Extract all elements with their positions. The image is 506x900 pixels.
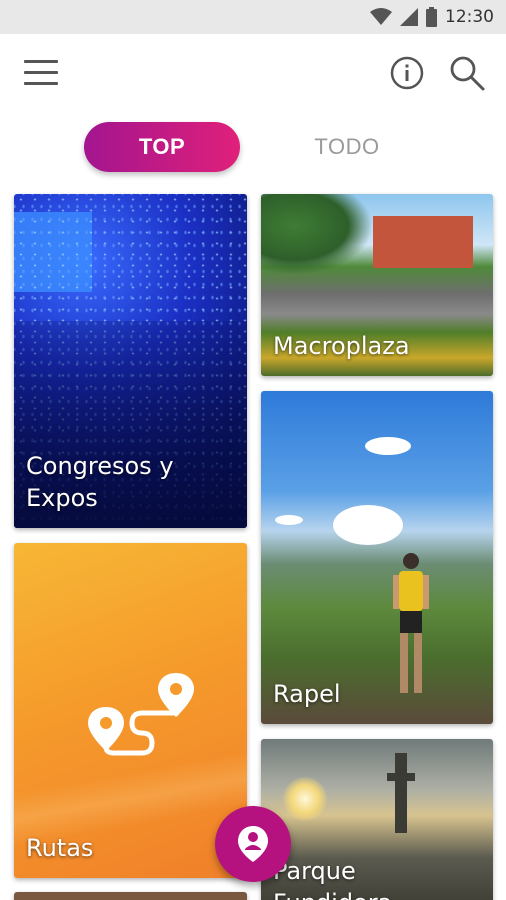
info-icon[interactable] (390, 56, 424, 90)
sun-image (283, 777, 327, 821)
card-partial[interactable] (14, 892, 247, 900)
card-label-line1: Congresos y (26, 452, 174, 480)
card-label: Congresos y Expos (26, 450, 174, 514)
card-label: Rapel (273, 680, 341, 708)
cloud-image (333, 505, 403, 545)
card-label: Macroplaza (273, 332, 410, 360)
tab-top[interactable]: TOP (84, 122, 240, 172)
furnace-tower-image (387, 753, 415, 833)
cloud-image (365, 437, 411, 455)
card-macroplaza[interactable]: Macroplaza (261, 194, 493, 376)
wifi-icon (370, 8, 392, 25)
menu-icon[interactable] (24, 60, 58, 86)
card-rutas[interactable]: Rutas (14, 543, 247, 878)
tab-todo[interactable]: TODO (292, 122, 402, 172)
card-label: Parque Fundidora (273, 855, 392, 900)
battery-icon (426, 7, 437, 27)
search-icon[interactable] (448, 54, 486, 92)
card-parque-fundidora[interactable]: Parque Fundidora (261, 739, 493, 900)
card-label: Rutas (26, 834, 94, 862)
card-congresos-expos[interactable]: Congresos y Expos (14, 194, 247, 528)
hiker-image (393, 553, 429, 693)
building-image (373, 216, 473, 268)
card-label-line2: Expos (26, 484, 98, 512)
location-pin-icon (238, 826, 268, 862)
status-time: 12:30 (445, 7, 494, 27)
signal-icon (400, 8, 418, 26)
app-bar (0, 34, 506, 112)
status-icons: 12:30 (370, 7, 494, 27)
status-bar: 12:30 (0, 0, 506, 34)
tab-bar: TOP TODO (0, 122, 506, 174)
card-rapel[interactable]: Rapel (261, 391, 493, 724)
card-label-line2: Fundidora (273, 887, 392, 900)
trees-image (261, 194, 371, 274)
location-fab-button[interactable] (215, 806, 291, 882)
cloud-image (275, 515, 303, 525)
route-icon (88, 673, 194, 756)
card-label-line1: Parque (273, 857, 356, 885)
